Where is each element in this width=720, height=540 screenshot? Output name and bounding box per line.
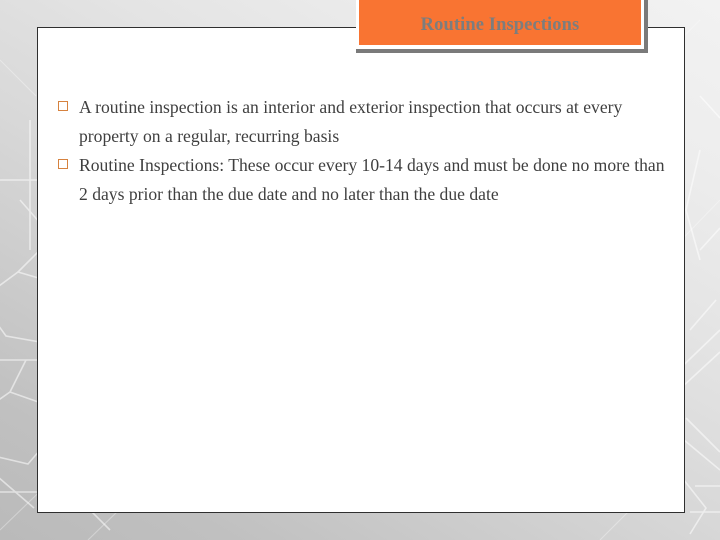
bullet-square-icon — [58, 101, 68, 111]
bullet-text: Routine Inspections: These occur every 1… — [79, 151, 670, 209]
slide-content-area: A routine inspection is an interior and … — [37, 27, 685, 513]
slide-canvas: A routine inspection is an interior and … — [0, 0, 720, 540]
page-title: Routine Inspections — [421, 6, 580, 35]
bullet-list: A routine inspection is an interior and … — [57, 93, 670, 209]
bullet-text: A routine inspection is an interior and … — [79, 93, 670, 151]
title-fill: Routine Inspections — [359, 0, 641, 45]
list-item: A routine inspection is an interior and … — [57, 93, 670, 151]
slide-title-banner: Routine Inspections — [356, 0, 648, 53]
body-text-block: A routine inspection is an interior and … — [57, 93, 670, 209]
bullet-square-icon — [58, 159, 68, 169]
list-item: Routine Inspections: These occur every 1… — [57, 151, 670, 209]
